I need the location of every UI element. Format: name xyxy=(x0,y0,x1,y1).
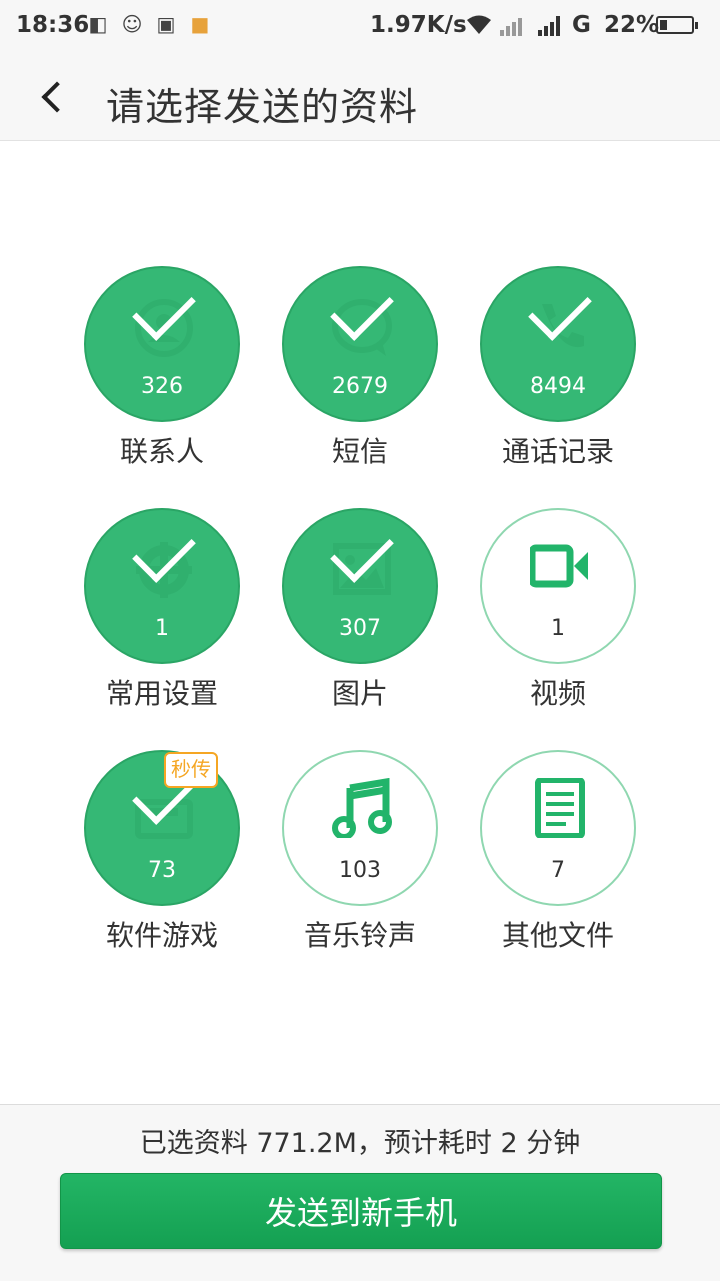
category-count: 1 xyxy=(155,616,169,641)
app-icon: ■ xyxy=(190,12,210,36)
category-count: 1 xyxy=(551,616,565,641)
category-item[interactable]: 307 图片 xyxy=(260,508,460,728)
app-header: 请选择发送的资料 xyxy=(0,52,720,141)
music-icon xyxy=(332,777,392,840)
category-selected-circle[interactable]: 307 xyxy=(282,508,438,664)
network-speed: 1.97K/s xyxy=(370,12,467,38)
category-label: 常用设置 xyxy=(105,677,218,710)
category-count: 8494 xyxy=(530,374,586,399)
category-label: 视频 xyxy=(529,677,586,710)
category-count: 7 xyxy=(551,858,565,883)
document-icon xyxy=(530,777,590,839)
category-count: 103 xyxy=(339,858,381,883)
category-item[interactable]: 73 软件游戏 秒传 xyxy=(62,750,262,970)
category-label: 短信 xyxy=(331,435,388,468)
quick-transfer-badge: 秒传 xyxy=(164,752,218,788)
video-icon xyxy=(528,536,590,596)
category-item[interactable]: 1 视频 xyxy=(458,508,658,728)
send-button[interactable]: 发送到新手机 xyxy=(60,1173,662,1249)
footer: 已选资料 771.2M，预计耗时 2 分钟 发送到新手机 xyxy=(0,1104,720,1281)
category-label: 通话记录 xyxy=(501,435,614,468)
status-time: 18:36 xyxy=(16,12,90,38)
qq-icon: ☺ xyxy=(121,12,143,36)
network-type: G xyxy=(572,12,591,38)
category-count: 2679 xyxy=(332,374,388,399)
category-item[interactable]: 2679 短信 xyxy=(260,266,460,486)
signal-indicators: G xyxy=(466,12,591,38)
category-label: 联系人 xyxy=(119,435,204,468)
wechat-icon: ◧ xyxy=(88,12,108,36)
category-item[interactable]: 7 其他文件 xyxy=(458,750,658,970)
battery-level xyxy=(660,20,667,30)
selection-summary: 已选资料 771.2M，预计耗时 2 分钟 xyxy=(139,1128,581,1159)
category-circle[interactable]: 1 xyxy=(480,508,636,664)
status-bar: 18:36 ◧ ☺ ▣ ■ 1.97K/s G 22% xyxy=(0,0,720,52)
category-item[interactable]: 1 常用设置 xyxy=(62,508,262,728)
category-item[interactable]: 8494 通话记录 xyxy=(458,266,658,486)
category-selected-circle[interactable]: 8494 xyxy=(480,266,636,422)
signal-icon xyxy=(538,16,560,36)
category-circle[interactable]: 7 xyxy=(480,750,636,906)
category-count: 326 xyxy=(141,374,183,399)
category-selected-circle[interactable]: 1 xyxy=(84,508,240,664)
category-label: 图片 xyxy=(331,677,388,710)
category-circle[interactable]: 103 xyxy=(282,750,438,906)
category-label: 其他文件 xyxy=(501,919,614,952)
category-count: 307 xyxy=(339,616,381,641)
back-button[interactable] xyxy=(30,74,74,118)
category-selected-circle[interactable]: 326 xyxy=(84,266,240,422)
battery-percent: 22% xyxy=(604,12,660,38)
notification-icons: ◧ ☺ ▣ ■ xyxy=(86,12,212,36)
scan-icon: ▣ xyxy=(156,12,176,36)
wifi-icon xyxy=(467,15,491,34)
signal-icon xyxy=(500,18,522,36)
category-count: 73 xyxy=(148,858,176,883)
page-title: 请选择发送的资料 xyxy=(106,85,419,129)
category-selected-circle[interactable]: 2679 xyxy=(282,266,438,422)
category-label: 音乐铃声 xyxy=(303,919,416,952)
category-item[interactable]: 326 联系人 xyxy=(62,266,262,486)
category-label: 软件游戏 xyxy=(105,919,218,952)
battery-icon xyxy=(656,16,698,34)
category-item[interactable]: 103 音乐铃声 xyxy=(260,750,460,970)
